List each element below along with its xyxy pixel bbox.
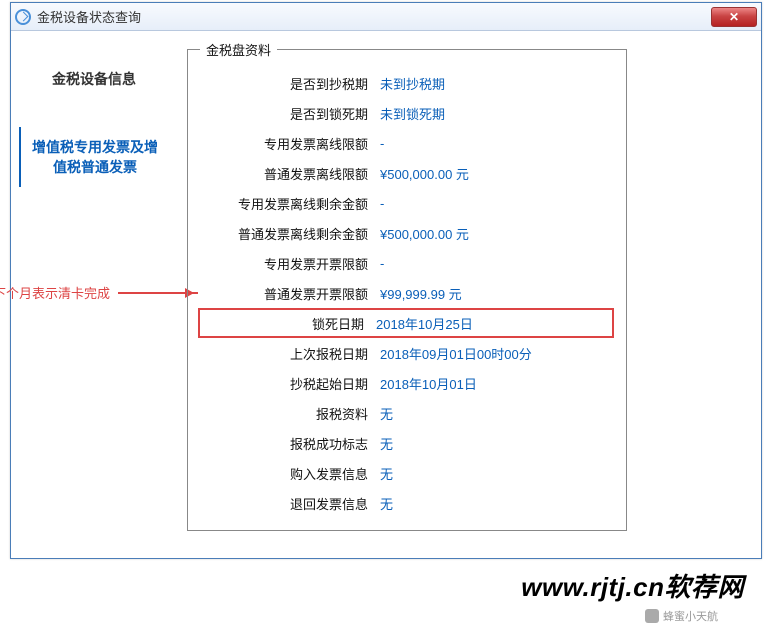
wechat-tag-text: 蜂蜜小天航: [663, 608, 718, 624]
row-label: 抄税起始日期: [200, 374, 380, 393]
data-row: 普通发票离线限额¥500,000.00 元: [200, 158, 614, 188]
row-label: 退回发票信息: [200, 494, 380, 513]
data-row: 是否到抄税期未到抄税期: [200, 68, 614, 98]
row-value: 无: [380, 434, 393, 453]
row-value: 2018年09月01日00时00分: [380, 344, 532, 363]
data-row: 购入发票信息无: [200, 458, 614, 488]
data-row: 专用发票离线剩余金额-: [200, 188, 614, 218]
sidebar-item-label: 金税设备信息: [52, 71, 136, 87]
row-value: ¥99,999.99 元: [380, 284, 462, 303]
data-row: 锁死日期2018年10月25日: [198, 308, 614, 338]
data-row: 上次报税日期2018年09月01日00时00分: [200, 338, 614, 368]
sidebar-item-label: 增值税专用发票及增值税普通发票: [32, 139, 158, 175]
row-value: 无: [380, 464, 393, 483]
wechat-icon: [645, 609, 659, 623]
window-title: 金税设备状态查询: [37, 7, 711, 26]
dialog-window: 金税设备状态查询 ✕ 金税设备信息 增值税专用发票及增值税普通发票 锁死日期变为…: [10, 2, 762, 559]
row-label: 普通发票开票限额: [200, 284, 380, 303]
sidebar-item-vat-invoice[interactable]: 增值税专用发票及增值税普通发票: [19, 127, 169, 187]
row-label: 专用发票离线限额: [200, 134, 380, 153]
rows-container: 是否到抄税期未到抄税期是否到锁死期未到锁死期专用发票离线限额-普通发票离线限额¥…: [200, 68, 614, 518]
row-value: -: [380, 136, 384, 151]
row-label: 专用发票开票限额: [200, 254, 380, 273]
data-row: 退回发票信息无: [200, 488, 614, 518]
row-value: 未到锁死期: [380, 104, 445, 123]
annotation-note: 锁死日期变为下个月表示清卡完成: [0, 283, 198, 302]
row-label: 报税成功标志: [200, 434, 380, 453]
group-title: 金税盘资料: [200, 40, 277, 59]
close-icon: ✕: [729, 10, 739, 24]
row-label: 普通发票离线限额: [200, 164, 380, 183]
row-value: -: [380, 196, 384, 211]
row-value: ¥500,000.00 元: [380, 224, 469, 243]
client-area: 金税设备信息 增值税专用发票及增值税普通发票 锁死日期变为下个月表示清卡完成 金…: [11, 31, 761, 558]
data-row: 普通发票开票限额¥99,999.99 元: [200, 278, 614, 308]
sidebar-item-device-info[interactable]: 金税设备信息: [19, 59, 169, 99]
row-label: 普通发票离线剩余金额: [200, 224, 380, 243]
row-value: 无: [380, 404, 393, 423]
row-value: 2018年10月01日: [380, 374, 477, 393]
row-label: 专用发票离线剩余金额: [200, 194, 380, 213]
row-value: -: [380, 256, 384, 271]
data-row: 报税成功标志无: [200, 428, 614, 458]
row-value: 2018年10月25日: [376, 314, 473, 333]
data-row: 普通发票离线剩余金额¥500,000.00 元: [200, 218, 614, 248]
row-label: 上次报税日期: [200, 344, 380, 363]
close-button[interactable]: ✕: [711, 7, 757, 27]
data-row: 抄税起始日期2018年10月01日: [200, 368, 614, 398]
row-label: 购入发票信息: [200, 464, 380, 483]
wechat-tag: 蜂蜜小天航: [645, 608, 718, 624]
titlebar: 金税设备状态查询 ✕: [11, 3, 761, 31]
group-box: 金税盘资料 是否到抄税期未到抄税期是否到锁死期未到锁死期专用发票离线限额-普通发…: [187, 49, 627, 531]
row-value: ¥500,000.00 元: [380, 164, 469, 183]
annotation-text: 锁死日期变为下个月表示清卡完成: [0, 283, 110, 302]
data-row: 报税资料无: [200, 398, 614, 428]
data-row: 专用发票离线限额-: [200, 128, 614, 158]
watermark-text: www.rjtj.cn软荐网: [521, 567, 744, 604]
row-label: 报税资料: [200, 404, 380, 423]
main-panel: 锁死日期变为下个月表示清卡完成 金税盘资料 是否到抄税期未到抄税期是否到锁死期未…: [187, 41, 753, 548]
row-value: 无: [380, 494, 393, 513]
row-label: 是否到抄税期: [200, 74, 380, 93]
row-label: 是否到锁死期: [200, 104, 380, 123]
data-row: 是否到锁死期未到锁死期: [200, 98, 614, 128]
row-label: 锁死日期: [200, 314, 376, 333]
row-value: 未到抄税期: [380, 74, 445, 93]
data-row: 专用发票开票限额-: [200, 248, 614, 278]
app-icon: [15, 9, 31, 25]
